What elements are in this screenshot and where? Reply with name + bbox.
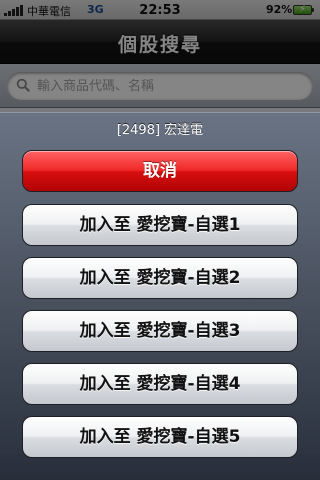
- add-to-watchlist-1-button[interactable]: 加入至 愛挖寶-自選1: [22, 204, 298, 246]
- action-sheet: [2498] 宏達電 取消 加入至 愛挖寶-自選1 加入至 愛挖寶-自選2 加入…: [0, 112, 320, 480]
- add-to-watchlist-5-button[interactable]: 加入至 愛挖寶-自選5: [22, 416, 298, 458]
- cancel-button[interactable]: 取消: [22, 150, 298, 192]
- add-to-watchlist-4-button[interactable]: 加入至 愛挖寶-自選4: [22, 363, 298, 405]
- add-to-watchlist-2-button[interactable]: 加入至 愛挖寶-自選2: [22, 257, 298, 299]
- action-sheet-title: [2498] 宏達電: [116, 123, 204, 138]
- app-screen: 中華電信 3G 22:53 92% ⚡ 個股搜尋 [2498] 宏達電 取消 加…: [0, 0, 320, 480]
- add-to-watchlist-3-button[interactable]: 加入至 愛挖寶-自選3: [22, 310, 298, 352]
